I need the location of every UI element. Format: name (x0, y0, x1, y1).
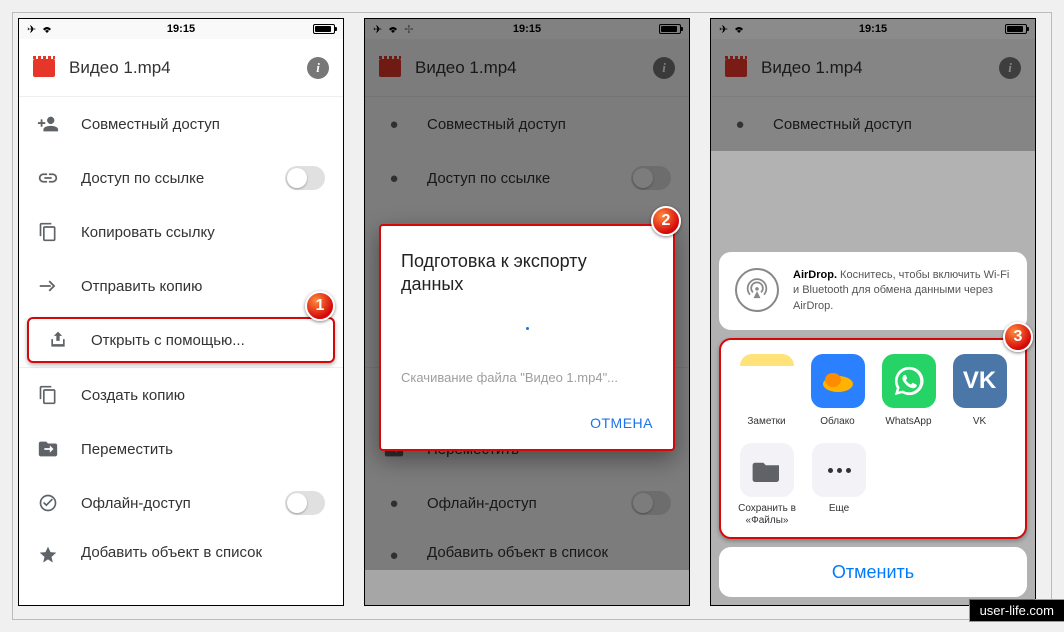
vk-icon: VK (953, 354, 1007, 408)
status-bar: ✈ 19:15 (19, 19, 343, 39)
dialog-cancel-button[interactable]: ОТМЕНА (401, 409, 653, 437)
dialog-title: Подготовка к экспорту данных (401, 250, 653, 297)
battery-icon (313, 24, 335, 34)
spinner-icon (526, 327, 529, 330)
phone-screen-1: ✈ 19:15 Видео 1.mp4 i Совместный доступ … (18, 18, 344, 606)
app-cloud[interactable]: Облако (802, 354, 873, 427)
menu-label: Совместный доступ (81, 116, 220, 133)
share-cancel-button[interactable]: Отменить (719, 547, 1027, 597)
action-more[interactable]: Еще (803, 443, 875, 527)
app-vk[interactable]: VK VK (944, 354, 1015, 427)
menu-open-with[interactable]: Открыть с помощью... (27, 317, 335, 363)
menu-label: Создать копию (81, 387, 185, 404)
share-sheet: AirDrop. Коснитесь, чтобы включить Wi-Fi… (711, 252, 1035, 605)
airplane-icon: ✈ (27, 23, 36, 36)
copy-icon (37, 221, 59, 243)
person-add-icon (37, 113, 59, 135)
status-time: 19:15 (167, 23, 195, 35)
dialog-message: Скачивание файла "Видео 1.mp4"... (401, 370, 653, 385)
notes-icon (740, 354, 794, 408)
export-dialog: Подготовка к экспорту данных Скачивание … (379, 224, 675, 451)
menu-make-copy[interactable]: Создать копию (19, 368, 343, 422)
share-apps-panel: Заметки Облако WhatsApp VK VK (719, 338, 1027, 539)
phone-screen-2: ✈✢ 19:15 Видео 1.mp4 i ●Совместный досту… (364, 18, 690, 606)
app-whatsapp[interactable]: WhatsApp (873, 354, 944, 427)
toggle-link-access[interactable] (285, 166, 325, 190)
step-badge-1: 1 (305, 291, 335, 321)
whatsapp-icon (882, 354, 936, 408)
file-header: Видео 1.mp4 i (19, 39, 343, 97)
arrow-right-icon (37, 275, 59, 297)
offline-icon (37, 492, 59, 514)
menu-send-copy[interactable]: Отправить копию (19, 259, 343, 313)
menu-offline[interactable]: Офлайн-доступ (19, 476, 343, 530)
toggle-offline[interactable] (285, 491, 325, 515)
airdrop-icon (735, 268, 779, 312)
folder-icon (740, 443, 794, 497)
menu-copy-link[interactable]: Копировать ссылку (19, 205, 343, 259)
video-file-icon (33, 59, 55, 77)
file-title: Видео 1.mp4 (69, 58, 293, 78)
action-save-files[interactable]: Сохранить в «Файлы» (731, 443, 803, 527)
menu-label: Доступ по ссылке (81, 170, 204, 187)
step-badge-3: 3 (1003, 322, 1033, 352)
menu-label: Копировать ссылку (81, 224, 215, 241)
airdrop-row[interactable]: AirDrop. Коснитесь, чтобы включить Wi-Fi… (719, 252, 1027, 330)
star-icon (37, 544, 59, 566)
link-icon (37, 167, 59, 189)
menu-link-access[interactable]: Доступ по ссылке (19, 151, 343, 205)
wifi-icon (40, 24, 54, 34)
folder-move-icon (37, 438, 59, 460)
cloud-icon (811, 354, 865, 408)
info-icon[interactable]: i (307, 57, 329, 79)
menu-label: Добавить объект в список (81, 544, 262, 561)
phone-screen-3: ✈ 19:15 Видео 1.mp4 i ●Совместный доступ… (710, 18, 1036, 606)
open-in-icon (47, 329, 69, 351)
menu-label: Отправить копию (81, 278, 202, 295)
menu-label: Офлайн-доступ (81, 495, 191, 512)
airdrop-text: AirDrop. Коснитесь, чтобы включить Wi-Fi… (793, 268, 1011, 314)
menu-label: Переместить (81, 441, 173, 458)
app-notes[interactable]: Заметки (731, 354, 802, 427)
menu-add-to-list[interactable]: Добавить объект в список (19, 530, 343, 570)
menu-share[interactable]: Совместный доступ (19, 97, 343, 151)
menu-label: Открыть с помощью... (91, 332, 245, 349)
step-badge-2: 2 (651, 206, 681, 236)
duplicate-icon (37, 384, 59, 406)
menu-move[interactable]: Переместить (19, 422, 343, 476)
more-icon (812, 443, 866, 497)
